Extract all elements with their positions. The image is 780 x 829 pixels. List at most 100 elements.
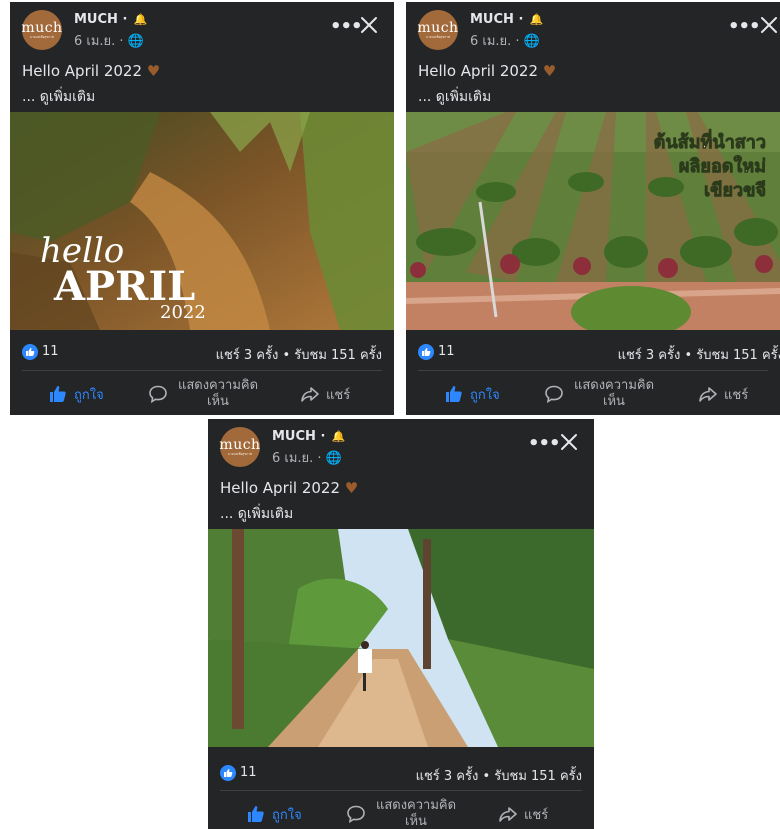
page-name[interactable]: MUCH · 🔔 [470, 12, 544, 27]
thumbs-up-icon [446, 386, 462, 402]
image-text-line1: ต้นส้มที่นำสาว [654, 129, 766, 153]
page-name[interactable]: MUCH · 🔔 [74, 12, 148, 27]
close-icon[interactable] [358, 14, 380, 36]
post-caption: Hello April 2022 ♥ [22, 62, 160, 80]
post-image[interactable] [208, 529, 594, 747]
globe-icon: 🌐 [325, 451, 342, 466]
see-more-link[interactable]: ... ดูเพิ่มเติม [220, 503, 293, 525]
post-caption: Hello April 2022 ♥ [220, 479, 358, 497]
post-image[interactable]: ต้นส้มที่นำสาว ผลิยอดใหม่ เขียวขจี [406, 112, 780, 330]
like-reaction-icon[interactable] [22, 344, 38, 360]
post-stats: 11 แชร์ 3 ครั้ง • รับชม 151 ครั้ง [406, 340, 780, 364]
like-count[interactable]: 11 [42, 344, 59, 359]
brown-heart-icon: ♥ [542, 62, 557, 80]
close-icon[interactable] [558, 431, 580, 453]
brown-heart-icon: ♥ [344, 479, 359, 497]
post-header: much มาดแต่เพื่อสุขภาพ MUCH · 🔔 6 เม.ย. … [10, 2, 394, 54]
share-arrow-icon [499, 807, 517, 822]
logo-text: much [219, 436, 261, 453]
like-button[interactable]: ถูกใจ [444, 374, 500, 414]
comment-bubble-icon [545, 385, 563, 404]
action-bar: ถูกใจ แสดงความคิดเห็น แชร์ [406, 374, 780, 414]
comment-label: แสดงความคิดเห็น [573, 378, 655, 409]
post-date: 6 เม.ย. · [272, 451, 322, 466]
share-views-count[interactable]: แชร์ 3 ครั้ง • รับชม 151 ครั้ง [216, 344, 382, 365]
action-bar: ถูกใจ แสดงความคิดเห็น แชร์ [10, 374, 394, 414]
image-text-line3: เขียวขจี [704, 180, 766, 201]
post-meta: 6 เม.ย. · 🌐 [74, 30, 144, 51]
logo-text: much [21, 19, 63, 36]
comment-button[interactable]: แสดงความคิดเห็น [148, 374, 262, 414]
comment-button[interactable]: แสดงความคิดเห็น [346, 794, 460, 829]
post-stats: 11 แชร์ 3 ครั้ง • รับชม 151 ครั้ง [10, 340, 394, 364]
post-stats: 11 แชร์ 3 ครั้ง • รับชม 151 ครั้ง [208, 761, 594, 785]
share-button[interactable]: แชร์ [698, 374, 748, 414]
comment-bubble-icon [347, 805, 365, 824]
share-button[interactable]: แชร์ [300, 374, 350, 414]
divider [220, 790, 582, 791]
bell-icon: 🔔 [133, 13, 148, 26]
post-date: 6 เม.ย. · [74, 34, 124, 49]
image-text-line2: ผลิยอดใหม่ [679, 155, 766, 177]
see-more-link[interactable]: ... ดูเพิ่มเติม [418, 86, 491, 108]
share-views-count[interactable]: แชร์ 3 ครั้ง • รับชม 151 ครั้ง [618, 344, 780, 365]
comment-label: แสดงความคิดเห็น [375, 798, 457, 829]
image-year-text: 2022 [160, 302, 206, 323]
avatar[interactable]: much มาดแต่เพื่อสุขภาพ [219, 427, 261, 467]
page-name-label: MUCH [272, 429, 316, 444]
comment-bubble-icon [149, 385, 167, 404]
brown-heart-icon: ♥ [146, 62, 161, 80]
share-button[interactable]: แชร์ [498, 794, 548, 829]
like-count[interactable]: 11 [240, 765, 257, 780]
like-button[interactable]: ถูกใจ [246, 794, 302, 829]
post-meta: 6 เม.ย. · 🌐 [470, 30, 540, 51]
bell-icon: 🔔 [331, 430, 346, 443]
post-card-2: much มาดแต่เพื่อสุขภาพ MUCH · 🔔 6 เม.ย. … [406, 2, 780, 415]
page-name-label: MUCH [74, 12, 118, 27]
like-reaction-icon[interactable] [418, 344, 434, 360]
page-name-label: MUCH [470, 12, 514, 27]
post-card-3: much มาดแต่เพื่อสุขภาพ MUCH · 🔔 6 เม.ย. … [208, 419, 594, 829]
close-icon[interactable] [758, 14, 780, 36]
share-arrow-icon [699, 387, 717, 402]
caption-text: Hello April 2022 [220, 479, 341, 497]
like-reaction-icon[interactable] [220, 765, 236, 781]
thumbs-up-icon [50, 386, 66, 402]
like-label: ถูกใจ [74, 387, 104, 403]
avatar[interactable]: much มาดแต่เพื่อสุขภาพ [21, 10, 63, 50]
divider [418, 370, 768, 371]
logo-subtext: มาดแต่เพื่อสุขภาพ [228, 451, 252, 456]
like-button[interactable]: ถูกใจ [48, 374, 104, 414]
see-more-link[interactable]: ... ดูเพิ่มเติม [22, 86, 95, 108]
caption-text: Hello April 2022 [22, 62, 143, 80]
share-arrow-icon [301, 387, 319, 402]
share-views-count[interactable]: แชร์ 3 ครั้ง • รับชม 151 ครั้ง [416, 765, 582, 786]
like-label: ถูกใจ [470, 387, 500, 403]
like-count[interactable]: 11 [438, 344, 455, 359]
post-header: much มาดแต่เพื่อสุขภาพ MUCH · 🔔 6 เม.ย. … [208, 419, 594, 471]
share-label: แชร์ [724, 387, 749, 403]
post-meta: 6 เม.ย. · 🌐 [272, 447, 342, 468]
share-label: แชร์ [524, 807, 549, 823]
comment-button[interactable]: แสดงความคิดเห็น [544, 374, 658, 414]
divider [22, 370, 382, 371]
caption-text: Hello April 2022 [418, 62, 539, 80]
action-bar: ถูกใจ แสดงความคิดเห็น แชร์ [208, 794, 594, 829]
post-date: 6 เม.ย. · [470, 34, 520, 49]
like-label: ถูกใจ [272, 807, 302, 823]
logo-text: much [417, 19, 459, 36]
more-dots-icon[interactable]: ••• [330, 16, 363, 37]
page-name[interactable]: MUCH · 🔔 [272, 429, 346, 444]
avatar[interactable]: much มาดแต่เพื่อสุขภาพ [417, 10, 459, 50]
comment-label: แสดงความคิดเห็น [177, 378, 259, 409]
more-dots-icon[interactable]: ••• [728, 16, 761, 37]
post-caption: Hello April 2022 ♥ [418, 62, 556, 80]
logo-subtext: มาดแต่เพื่อสุขภาพ [30, 34, 54, 39]
more-dots-icon[interactable]: ••• [528, 433, 561, 454]
post-card-1: much มาดแต่เพื่อสุขภาพ MUCH · 🔔 6 เม.ย. … [10, 2, 394, 415]
logo-subtext: มาดแต่เพื่อสุขภาพ [426, 34, 450, 39]
globe-icon: 🌐 [523, 34, 540, 49]
share-label: แชร์ [326, 387, 351, 403]
post-image[interactable]: hello APRIL 2022 [10, 112, 394, 330]
globe-icon: 🌐 [127, 34, 144, 49]
